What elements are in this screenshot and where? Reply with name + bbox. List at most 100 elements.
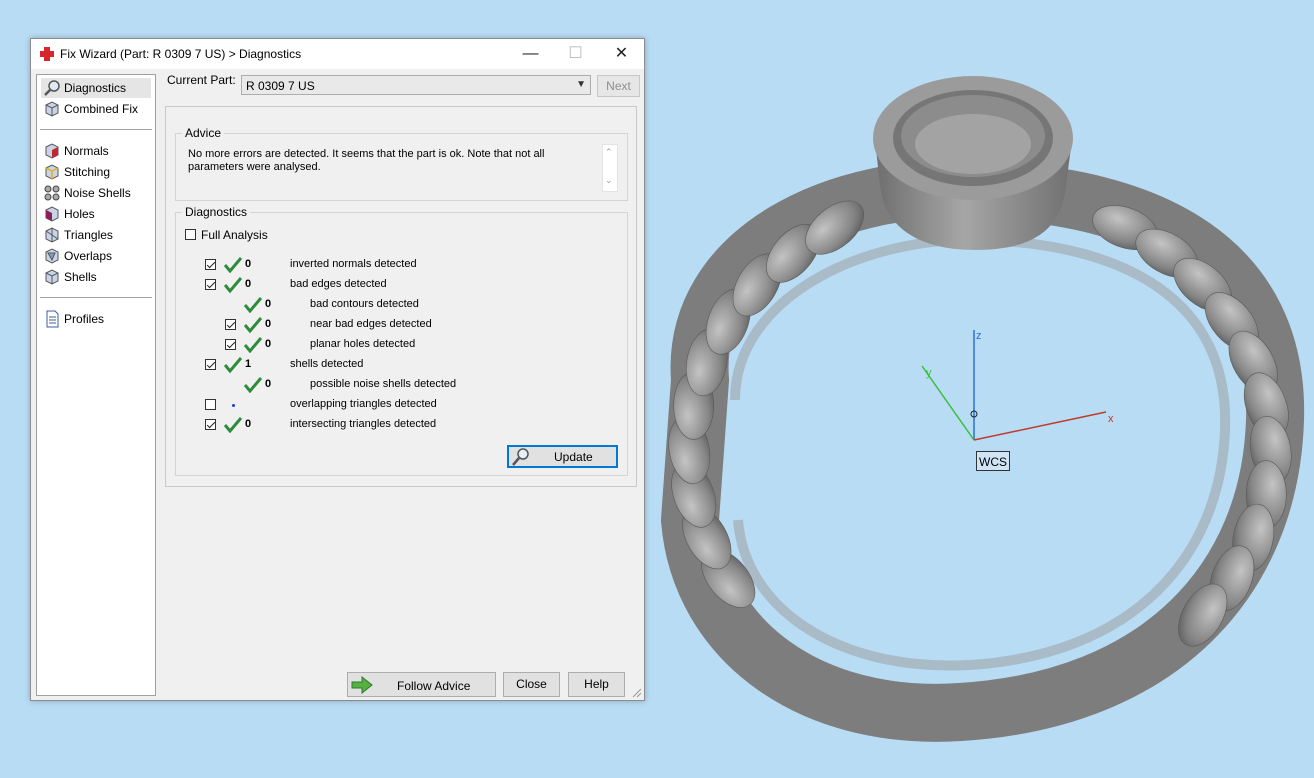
wizard-sidebar: Diagnostics Combined Fix Normals Stitchi… xyxy=(36,74,156,696)
sidebar-item-label: Triangles xyxy=(64,228,113,242)
diagnostic-checkbox[interactable] xyxy=(225,339,236,350)
magnifier-icon xyxy=(44,80,60,96)
advice-scrollbar[interactable]: ⌃ ⌄ xyxy=(602,144,618,192)
follow-advice-label: Follow Advice xyxy=(397,679,471,693)
ring-model[interactable] xyxy=(660,76,1305,742)
diagnostic-label: overlapping triangles detected xyxy=(290,398,437,410)
green-arrow-icon xyxy=(351,676,373,694)
current-part-select[interactable]: R 0309 7 US ▼ xyxy=(241,75,591,95)
diagnostic-count: 0 xyxy=(245,418,252,430)
document-icon xyxy=(46,310,59,328)
cube-icon xyxy=(45,101,59,117)
red-cross-icon xyxy=(40,47,54,61)
diagnostic-row: 0 bad contours detected xyxy=(176,296,616,314)
sidebar-item-overlaps[interactable]: Overlaps xyxy=(41,246,151,266)
diagnostic-count: 1 xyxy=(245,358,252,370)
follow-advice-button[interactable]: Follow Advice xyxy=(347,672,496,697)
fix-wizard-window: Fix Wizard (Part: R 0309 7 US) > Diagnos… xyxy=(30,38,645,701)
sidebar-item-combined-fix[interactable]: Combined Fix xyxy=(41,99,151,119)
sidebar-divider xyxy=(40,129,152,130)
diagnostic-row: 0 bad edges detected xyxy=(176,276,616,294)
diagnostic-label: planar holes detected xyxy=(310,338,416,350)
update-label: Update xyxy=(554,450,593,464)
advice-group: Advice No more errors are detected. It s… xyxy=(175,126,628,201)
diagnostic-checkbox[interactable] xyxy=(225,319,236,330)
sidebar-item-label: Diagnostics xyxy=(64,81,127,95)
green-check-icon xyxy=(224,277,242,293)
diagnostic-count: 0 xyxy=(265,378,272,390)
current-part-label: Current Part: xyxy=(167,73,236,87)
diagnostic-count: 0 xyxy=(245,258,252,270)
maximize-button[interactable]: ☐ xyxy=(553,39,598,69)
x-axis xyxy=(973,411,1107,441)
diagnostic-count: 0 xyxy=(265,298,272,310)
z-axis-label: z xyxy=(976,330,982,342)
diagnostic-label: near bad edges detected xyxy=(310,318,432,330)
diagnostic-label: intersecting triangles detected xyxy=(290,418,437,430)
green-check-icon xyxy=(224,257,242,273)
diagnostic-label: shells detected xyxy=(290,358,364,370)
diagnostic-count: 0 xyxy=(265,338,272,350)
sidebar-item-holes[interactable]: Holes xyxy=(41,204,151,224)
sidebar-item-normals[interactable]: Normals xyxy=(41,141,151,161)
blue-dot-icon xyxy=(232,404,235,407)
magnifier-icon xyxy=(512,448,529,466)
sidebar-item-label: Profiles xyxy=(64,312,105,326)
full-analysis-checkbox[interactable] xyxy=(185,229,196,240)
next-button[interactable]: Next xyxy=(597,75,640,97)
diagnostics-title: Diagnostics xyxy=(182,205,251,219)
y-axis-label: y xyxy=(926,367,932,379)
resize-grip-icon[interactable] xyxy=(632,688,642,698)
scroll-up-icon[interactable]: ⌃ xyxy=(605,147,613,158)
diagnostics-group: Diagnostics Full Analysis 0 inverted norm… xyxy=(175,205,628,476)
diagnostic-checkbox[interactable] xyxy=(205,419,216,430)
diagnostic-row: 0 inverted normals detected xyxy=(176,256,616,274)
minimize-button[interactable]: — xyxy=(508,39,553,69)
diagnostic-count: 0 xyxy=(245,278,252,290)
sidebar-item-shells[interactable]: Shells xyxy=(41,267,151,287)
title-bar[interactable]: Fix Wizard (Part: R 0309 7 US) > Diagnos… xyxy=(31,39,644,69)
overlaps-cube-icon xyxy=(45,248,59,264)
sidebar-item-noise-shells[interactable]: Noise Shells xyxy=(41,183,151,203)
diagnostic-row: overlapping triangles detected xyxy=(176,396,616,414)
close-window-button[interactable]: ✕ xyxy=(599,39,644,69)
update-button[interactable]: Update xyxy=(507,445,618,468)
diagnostic-checkbox[interactable] xyxy=(205,279,216,290)
advice-title: Advice xyxy=(182,126,225,140)
x-axis-label: x xyxy=(1108,413,1114,425)
sidebar-item-label: Stitching xyxy=(64,165,111,179)
green-check-icon xyxy=(224,357,242,373)
chevron-down-icon: ▼ xyxy=(576,79,586,90)
diagnostic-row: 0 near bad edges detected xyxy=(176,316,616,334)
sidebar-item-profiles[interactable]: Profiles xyxy=(41,309,151,329)
diagnostic-checkbox[interactable] xyxy=(205,259,216,270)
axis-triad: z y x xyxy=(921,330,1114,441)
sidebar-item-stitching[interactable]: Stitching xyxy=(41,162,151,182)
diagnostic-label: bad contours detected xyxy=(310,298,419,310)
sidebar-item-label: Holes xyxy=(64,207,95,221)
diagnostic-label: possible noise shells detected xyxy=(310,378,457,390)
help-button[interactable]: Help xyxy=(568,672,625,697)
shells-cube-icon xyxy=(45,269,59,285)
full-analysis-label: Full Analysis xyxy=(201,228,268,242)
green-check-icon xyxy=(244,337,262,353)
diagnostic-row: 0 possible noise shells detected xyxy=(176,376,616,394)
current-part-value: R 0309 7 US xyxy=(246,79,315,93)
green-check-icon xyxy=(244,377,262,393)
diagnostic-checkbox[interactable] xyxy=(205,399,216,410)
normals-cube-icon xyxy=(45,143,59,159)
sidebar-divider xyxy=(40,297,152,298)
diagnostic-count: 0 xyxy=(265,318,272,330)
advice-text: No more errors are detected. It seems th… xyxy=(188,148,545,173)
diagnostic-label: bad edges detected xyxy=(290,278,387,290)
scroll-down-icon[interactable]: ⌄ xyxy=(605,175,613,186)
sidebar-item-triangles[interactable]: Triangles xyxy=(41,225,151,245)
green-check-icon xyxy=(224,417,242,433)
sidebar-item-diagnostics[interactable]: Diagnostics xyxy=(41,78,151,98)
sidebar-item-label: Shells xyxy=(64,270,97,284)
diagnostic-row: 1 shells detected xyxy=(176,356,616,374)
diagnostic-checkbox[interactable] xyxy=(205,359,216,370)
holes-cube-icon xyxy=(45,206,59,222)
close-button[interactable]: Close xyxy=(503,672,560,697)
green-check-icon xyxy=(244,297,262,313)
